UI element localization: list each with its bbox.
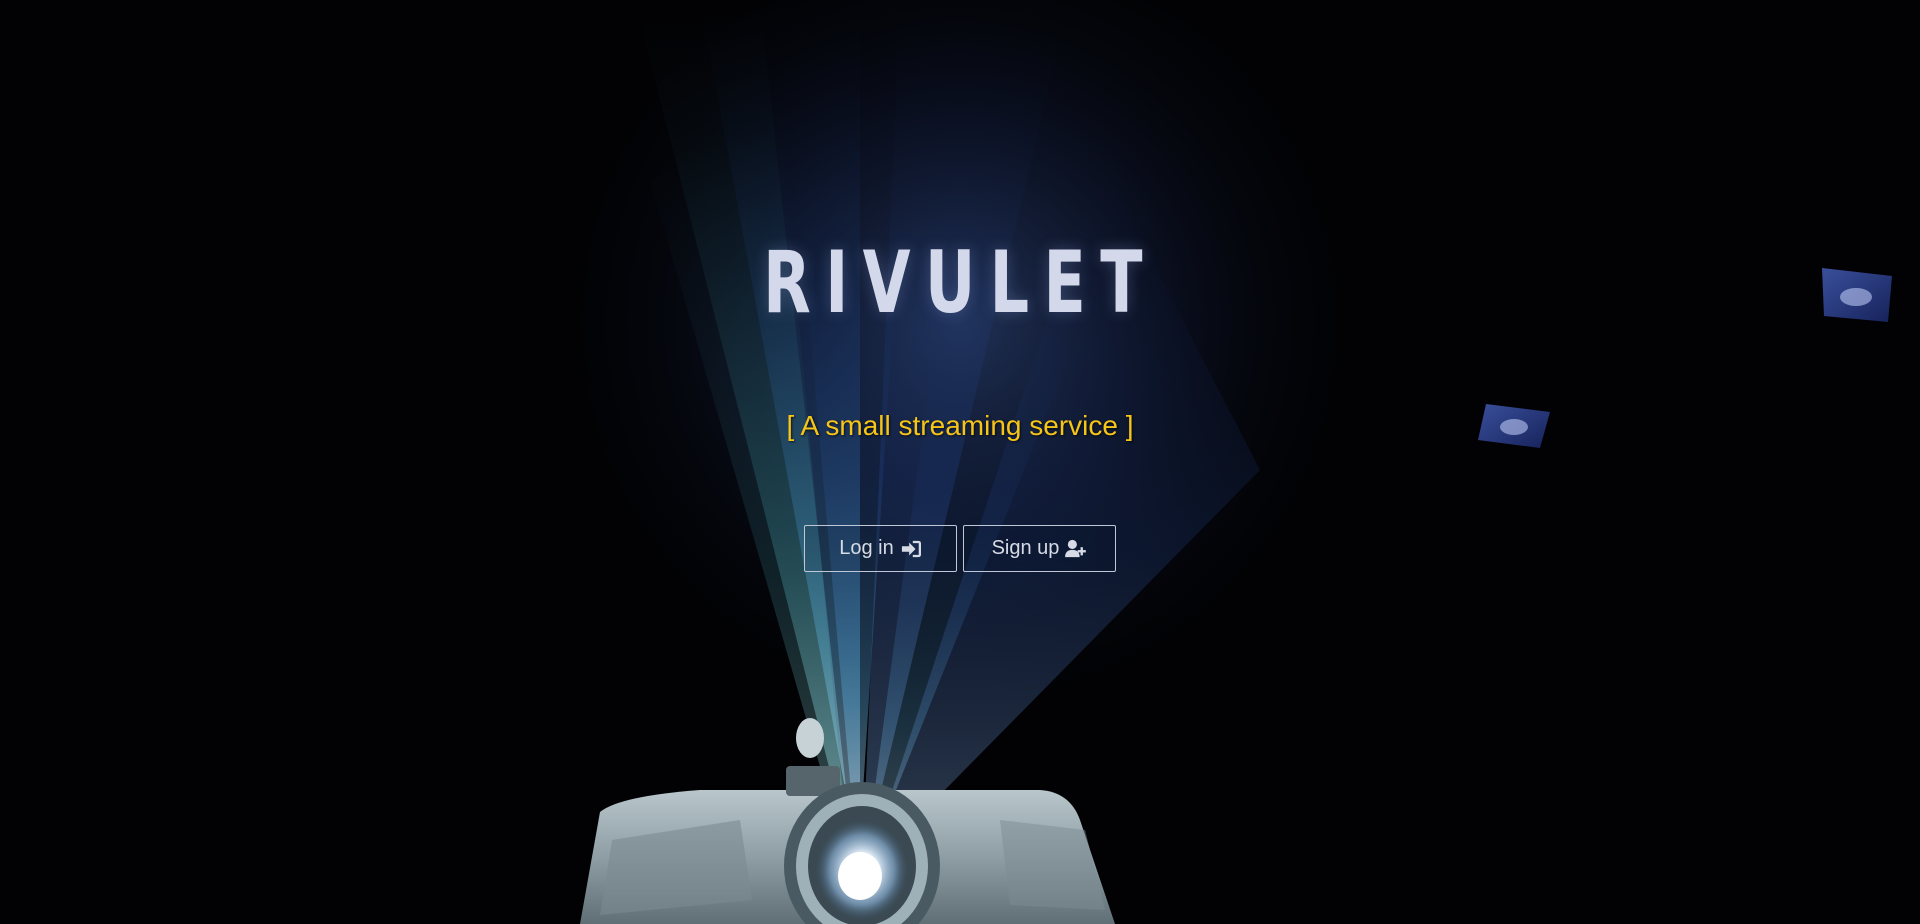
- sign-in-icon: [900, 539, 922, 559]
- login-button[interactable]: Log in: [804, 525, 957, 572]
- signup-button[interactable]: Sign up: [963, 525, 1116, 572]
- brand-title: RIVULET: [763, 233, 1157, 333]
- login-button-label: Log in: [839, 537, 894, 559]
- auth-button-group: Log in Sign up: [0, 525, 1920, 572]
- signup-button-label: Sign up: [991, 537, 1060, 559]
- user-plus-icon: [1065, 539, 1087, 559]
- tagline: [ A small streaming service ]: [786, 410, 1134, 441]
- hero-section: RIVULET [ A small streaming service ] Lo…: [0, 0, 1920, 924]
- landing-page: RIVULET [ A small streaming service ] Lo…: [0, 0, 1920, 924]
